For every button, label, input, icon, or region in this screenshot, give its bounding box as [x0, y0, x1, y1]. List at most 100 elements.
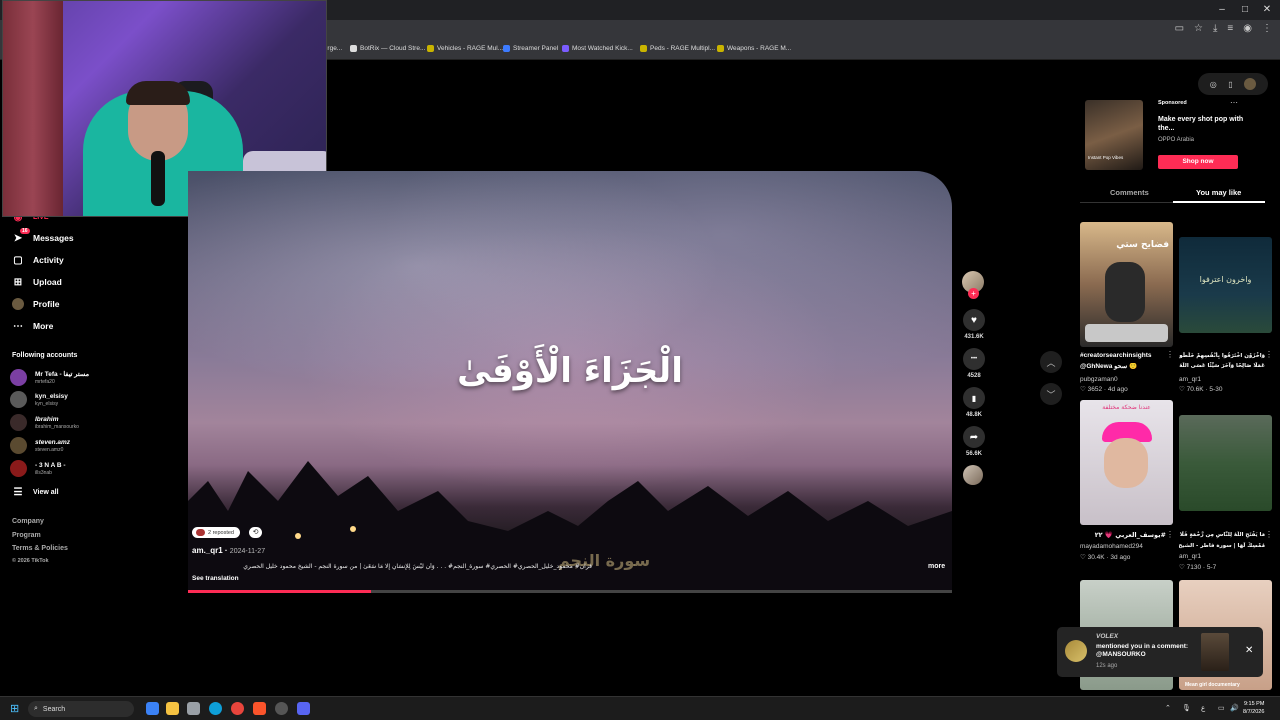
download-icon[interactable]: ⤓: [1213, 23, 1217, 34]
card-more-icon[interactable]: ⋮: [1166, 530, 1174, 539]
video-card-user[interactable]: am_qr1: [1179, 376, 1201, 383]
video-card-user[interactable]: am_qr1: [1179, 553, 1201, 560]
bookmark-item[interactable]: Peds - RAGE Multipl...: [640, 45, 715, 52]
ad-thumbnail[interactable]: Instant Pop Vibes: [1085, 100, 1143, 170]
thumbnail-text: واخرون اعترفوا: [1199, 275, 1252, 284]
sidebar-item-more[interactable]: ⋯ More: [12, 320, 53, 332]
video-card-thumbnail[interactable]: واخرون اعترفوا: [1179, 237, 1272, 333]
footer-link-company[interactable]: Company: [12, 518, 44, 525]
widgets-icon[interactable]: [146, 702, 159, 715]
video-card-thumbnail[interactable]: عندنا ضحكة مختلفة: [1080, 400, 1173, 525]
footer-link-program[interactable]: Program: [12, 532, 41, 539]
video-card-user[interactable]: pubgzaman0: [1080, 376, 1118, 383]
clock-time: 9:15 PM: [1243, 701, 1265, 707]
following-account[interactable]: - 3 N A B - ills3nab: [10, 460, 66, 477]
menu-icon[interactable]: ⋮: [1262, 23, 1272, 34]
video-card-title[interactable]: وَاخْزَوْن اخْتَرَفُوا بِأَنْفُسِهِمْ خَ…: [1179, 352, 1265, 360]
like-button[interactable]: ♥ 431.6K: [962, 309, 986, 340]
windows-start-icon[interactable]: ⊞: [10, 702, 19, 715]
chrome-icon[interactable]: [231, 702, 244, 715]
video-card-user[interactable]: mayadamohamed294: [1080, 543, 1143, 550]
tab-search-icon[interactable]: ≡: [1227, 23, 1233, 34]
star-icon[interactable]: ☆: [1194, 23, 1203, 34]
bookmark-item[interactable]: Vehicles - RAGE Mul...: [427, 45, 503, 52]
see-translation-link[interactable]: See translation: [192, 575, 239, 582]
video-card-thumbnail[interactable]: [1179, 415, 1272, 511]
tab-you-may-like[interactable]: You may like: [1196, 188, 1241, 197]
share-button[interactable]: ➦ 56.6K: [962, 426, 986, 457]
edge-icon[interactable]: [209, 702, 222, 715]
card-more-icon[interactable]: ⋮: [1265, 350, 1273, 359]
rage-icon: [427, 45, 434, 52]
ad-menu-icon[interactable]: ⋯: [1230, 98, 1238, 107]
comment-button[interactable]: ••• 4528: [962, 348, 986, 379]
next-video-button[interactable]: ﹀: [1040, 383, 1062, 405]
caption-more-link[interactable]: more: [928, 563, 945, 570]
bookmark-item[interactable]: Streamer Panel: [503, 45, 558, 52]
following-account[interactable]: kyn_elsisy kyn_elsisy: [10, 391, 68, 408]
close-icon[interactable]: ✕: [1245, 645, 1253, 656]
view-all-button[interactable]: ☰ View all: [12, 486, 59, 498]
bookmark-item[interactable]: BotRix — Cloud Stre...: [350, 45, 425, 52]
bookmark-item[interactable]: Weapons - RAGE M...: [717, 45, 791, 52]
video-progress-bar[interactable]: [188, 590, 952, 593]
ad-brand[interactable]: OPPO Arabia: [1158, 137, 1194, 143]
music-disc-avatar[interactable]: [963, 465, 983, 485]
sidebar-item-profile[interactable]: Profile: [12, 298, 59, 310]
cast-icon[interactable]: ▭: [1175, 23, 1184, 34]
language-indicator[interactable]: ع: [1201, 704, 1205, 712]
following-account[interactable]: Mr Tefa - مستر تيفا mrtefa20: [10, 369, 89, 386]
footer-link-terms[interactable]: Terms & Policies: [12, 545, 68, 552]
follow-plus-icon[interactable]: +: [968, 288, 979, 299]
mobile-icon[interactable]: ▯: [1228, 80, 1232, 89]
creator-avatar[interactable]: +: [962, 271, 984, 299]
shop-now-button[interactable]: Shop now: [1158, 155, 1238, 169]
profile-icon[interactable]: ◉: [1243, 23, 1252, 34]
taskbar-clock[interactable]: 9:15 PM 8/7/2026: [1243, 700, 1264, 716]
video-card-subtitle[interactable]: @GhNewa سحو 🙂: [1080, 363, 1176, 371]
video-card-subtitle[interactable]: عَمَلًا صَالِحًا وَآخَرَ سَيِّئًا عَسَى …: [1179, 362, 1265, 370]
video-card-title[interactable]: #creatorsearchinsights: [1080, 352, 1176, 360]
active-tab-indicator: [1173, 201, 1265, 203]
repost-icon[interactable]: ⟲: [249, 527, 262, 538]
reposted-pill[interactable]: 2 reposted: [192, 527, 240, 538]
network-icon[interactable]: ▭: [1218, 704, 1225, 712]
video-author[interactable]: am._qr1 · 2024-11-27: [192, 546, 265, 555]
volume-icon[interactable]: 🔊: [1230, 704, 1239, 712]
microphone-icon[interactable]: 🎙: [1182, 704, 1191, 712]
following-account[interactable]: steven.amz steven.amz0: [10, 437, 70, 454]
video-player[interactable]: الْجَزَاءَ الْأَوْفَىٰ سورة النجم: [188, 171, 952, 591]
discord-icon[interactable]: [297, 702, 310, 715]
video-card-title[interactable]: #يوسف_العربي 💗 ٢٢: [1080, 531, 1166, 539]
heart-outline-icon: ♡: [1080, 386, 1086, 393]
tab-comments[interactable]: Comments: [1110, 188, 1149, 197]
sidebar-item-activity[interactable]: ▢ Activity: [12, 254, 63, 266]
card-more-icon[interactable]: ⋮: [1265, 530, 1273, 539]
screen: – □ ✕ ▭ ☆ ⤓ ≡ ◉ ⋮ ...rge... BotRix — Clo…: [0, 0, 1280, 720]
bookmark-button[interactable]: ▮ 48.8K: [962, 387, 986, 418]
sidebar-item-messages[interactable]: ➤ 16 Messages: [12, 228, 74, 244]
previous-video-button[interactable]: ︿: [1040, 351, 1062, 373]
video-card-thumbnail[interactable]: فضايح ستي: [1080, 222, 1173, 347]
app-icon[interactable]: [187, 702, 200, 715]
user-avatar-icon[interactable]: [1244, 78, 1257, 90]
following-account[interactable]: Ibrahim ibrahim_mansourko: [10, 414, 79, 431]
video-card-subtitle[interactable]: مُمْسِكَ لَهَا | سورة فاطر - الشيخ: [1179, 542, 1265, 550]
maximize-button[interactable]: □: [1234, 0, 1256, 20]
compass-icon[interactable]: ◎: [1210, 80, 1217, 89]
obs-icon[interactable]: [275, 702, 288, 715]
minimize-button[interactable]: –: [1211, 0, 1233, 20]
tray-expand-icon[interactable]: ⌃: [1165, 704, 1171, 712]
bookmark-item[interactable]: Most Watched Kick...: [562, 45, 633, 52]
profile-avatar-icon: [12, 298, 24, 310]
card-more-icon[interactable]: ⋮: [1166, 350, 1174, 359]
taskbar-search[interactable]: ⌕ Search: [28, 701, 134, 717]
mention-notification[interactable]: VOLEX mentioned you in a comment: @MANSO…: [1057, 627, 1263, 677]
avatar: [10, 414, 27, 431]
ad-title[interactable]: Make every shot pop with the...: [1158, 115, 1248, 133]
close-window-button[interactable]: ✕: [1256, 0, 1278, 20]
video-card-title[interactable]: مَا يَفْتَحِ اللَّهُ لِلنَّاسِ مِن رَّحْ…: [1179, 531, 1265, 539]
sidebar-item-upload[interactable]: ⊞ Upload: [12, 276, 62, 288]
brave-icon[interactable]: [253, 702, 266, 715]
file-explorer-icon[interactable]: [166, 702, 179, 715]
